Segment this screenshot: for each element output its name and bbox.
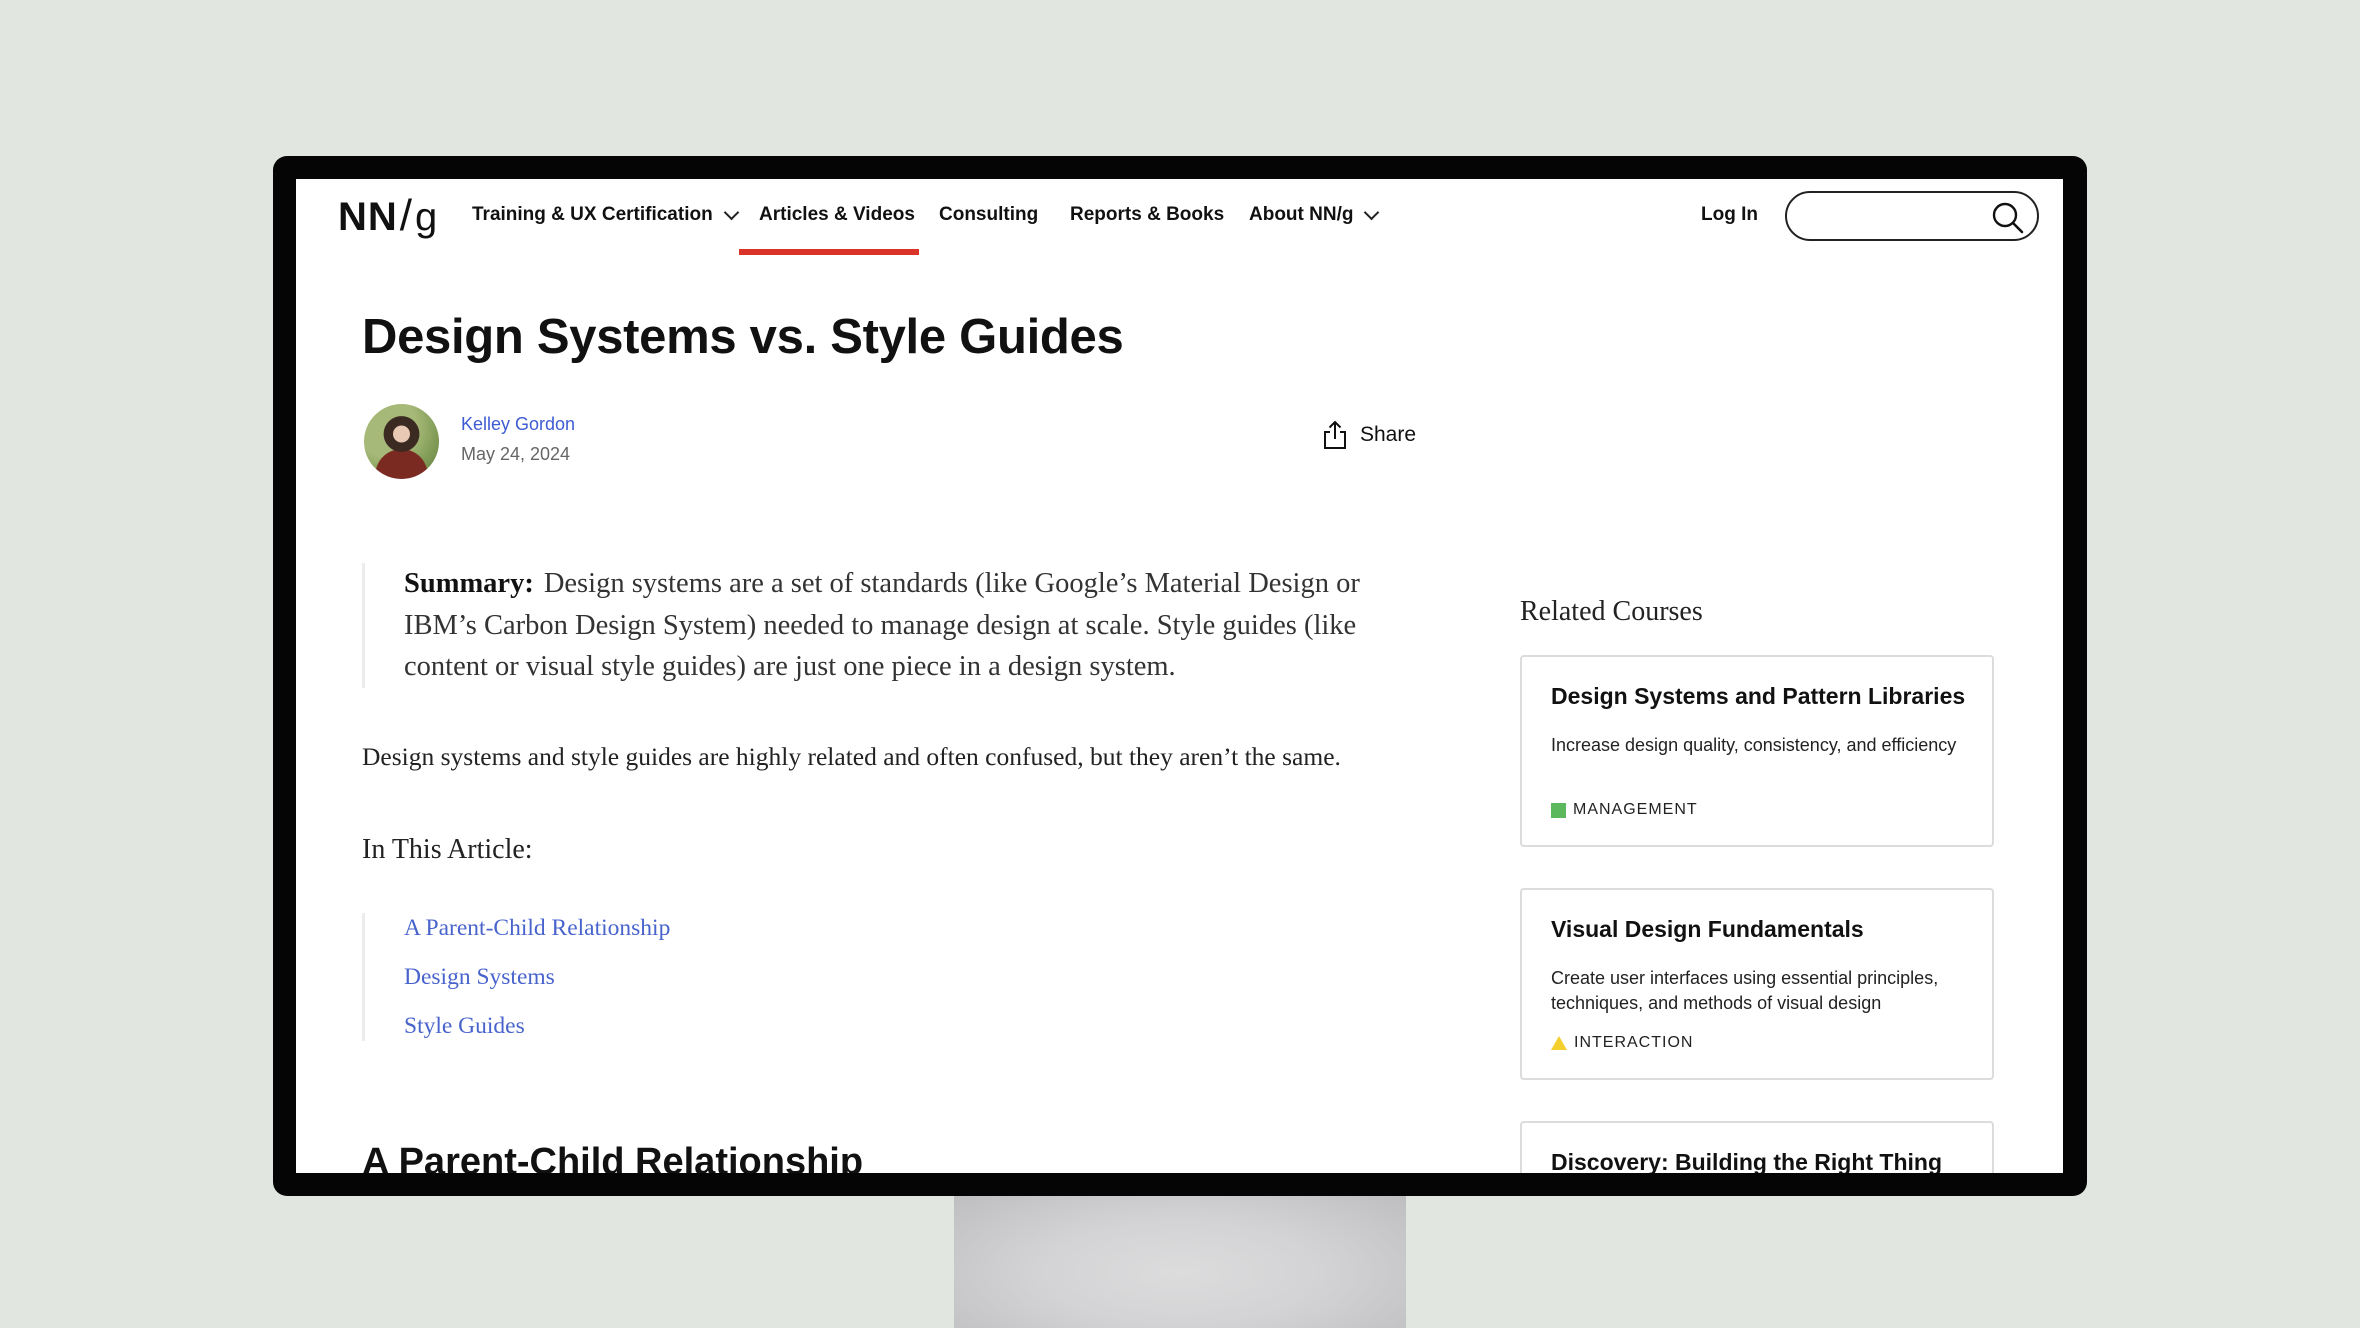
course-card[interactable]: Visual Design Fundamentals Create user i… <box>1520 888 1994 1080</box>
top-navigation: NN/g Training & UX Certification Article… <box>296 179 2063 259</box>
nav-reports-books[interactable]: Reports & Books <box>1070 204 1224 226</box>
course-category: MANAGEMENT <box>1551 801 1698 819</box>
logo-g: g <box>415 195 439 239</box>
article-summary: Summary: Design systems are a set of stan… <box>362 563 1382 688</box>
search-box[interactable] <box>1785 191 2039 241</box>
course-title: Design Systems and Pattern Libraries <box>1551 683 1966 709</box>
course-card[interactable]: Design Systems and Pattern Libraries Inc… <box>1520 655 1994 847</box>
summary-text: Design systems are a set of standards (l… <box>404 568 1360 682</box>
summary-label: Summary: <box>404 568 534 599</box>
author-avatar[interactable] <box>364 404 439 479</box>
interaction-triangle-icon <box>1551 1036 1567 1050</box>
nav-item-label: About NN/g <box>1249 204 1354 225</box>
nng-logo[interactable]: NN/g <box>338 191 438 241</box>
share-icon <box>1324 420 1346 449</box>
chevron-down-icon <box>1364 204 1380 220</box>
course-category: INTERACTION <box>1551 1034 1693 1052</box>
toc-heading: In This Article: <box>362 834 533 865</box>
course-description: Increase design quality, consistency, an… <box>1551 735 1957 755</box>
table-of-contents: A Parent-Child Relationship Design Syste… <box>362 913 670 1041</box>
nav-about-nng[interactable]: About NN/g <box>1249 204 1380 226</box>
search-icon[interactable] <box>1991 201 2025 235</box>
course-description: Create user interfaces using essential p… <box>1551 968 1939 1013</box>
nav-item-label: Articles & Videos <box>759 204 915 225</box>
category-label: MANAGEMENT <box>1573 801 1698 818</box>
browser-screen: NN/g Training & UX Certification Article… <box>296 179 2063 1173</box>
related-courses-heading: Related Courses <box>1520 596 1703 627</box>
nav-consulting[interactable]: Consulting <box>939 204 1038 226</box>
nav-item-label: Consulting <box>939 204 1039 225</box>
search-input[interactable] <box>1805 203 1989 231</box>
monitor-stand <box>954 1190 1406 1328</box>
toc-link-design-systems[interactable]: Design Systems <box>404 962 670 1011</box>
toc-link-parent-child-relationship[interactable]: A Parent-Child Relationship <box>404 913 670 962</box>
publish-date: May 24, 2024 <box>461 444 571 464</box>
category-label: INTERACTION <box>1574 1034 1694 1051</box>
intro-paragraph: Design systems and style guides are high… <box>362 742 1341 771</box>
logo-nn: NN <box>338 195 398 239</box>
logo-slash: / <box>399 191 414 240</box>
course-card[interactable]: Discovery: Building the Right Thing <box>1520 1121 1994 1173</box>
nav-item-label: Reports & Books <box>1070 204 1225 225</box>
share-button[interactable]: Share <box>1322 420 1416 450</box>
nav-articles-videos[interactable]: Articles & Videos <box>759 204 915 226</box>
toc-link-style-guides[interactable]: Style Guides <box>404 1011 670 1060</box>
chevron-down-icon <box>723 204 739 220</box>
share-label: Share <box>1360 423 1417 446</box>
course-title: Discovery: Building the Right Thing <box>1551 1149 1942 1173</box>
course-title: Visual Design Fundamentals <box>1551 916 1864 942</box>
nav-item-label: Training & UX Certification <box>472 204 713 225</box>
active-tab-indicator <box>739 249 919 255</box>
author-name-link[interactable]: Kelley Gordon <box>461 414 575 435</box>
article-title: Design Systems vs. Style Guides <box>362 310 1124 364</box>
nav-training-ux-certification[interactable]: Training & UX Certification <box>472 204 739 226</box>
management-square-icon <box>1551 802 1566 818</box>
section-heading: A Parent-Child Relationship <box>362 1141 864 1173</box>
login-link[interactable]: Log In <box>1701 204 1758 226</box>
